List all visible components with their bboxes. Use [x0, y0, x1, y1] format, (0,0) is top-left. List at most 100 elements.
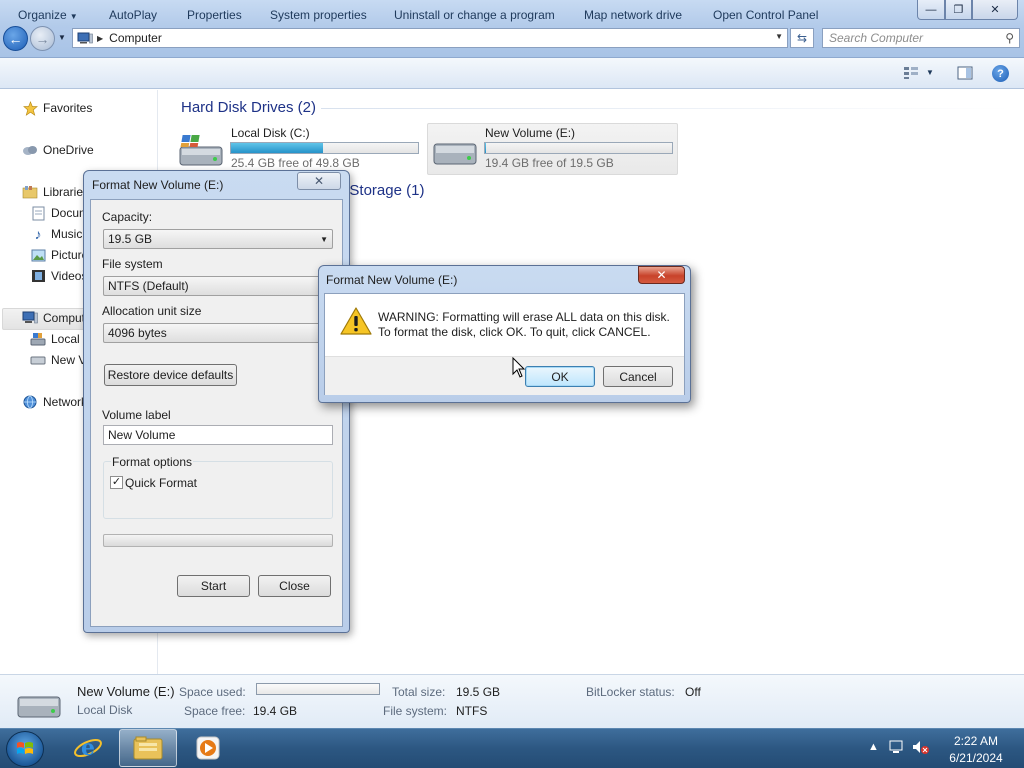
- view-options-dropdown-icon[interactable]: ▼: [926, 68, 934, 77]
- quick-format-label[interactable]: Quick Format: [125, 476, 197, 490]
- drive-free-space: 25.4 GB free of 49.8 GB: [231, 156, 360, 170]
- nav-item-onedrive[interactable]: OneDrive: [22, 142, 94, 158]
- recent-pages-dropdown[interactable]: ▼: [58, 33, 66, 42]
- warning-message-line2: To format the disk, click OK. To quit, c…: [378, 325, 651, 339]
- volume-label-input[interactable]: New Volume: [103, 425, 333, 445]
- volume-label-value: New Volume: [108, 428, 176, 442]
- preview-pane-icon[interactable]: [956, 65, 974, 81]
- document-icon: [30, 205, 46, 221]
- file-system-label: File system:: [383, 704, 448, 718]
- autoplay-button[interactable]: AutoPlay: [109, 8, 157, 22]
- volume-muted-icon[interactable]: [912, 740, 930, 757]
- taskbar-media-player[interactable]: [179, 729, 237, 767]
- breadcrumb[interactable]: Computer: [109, 31, 162, 45]
- organize-button[interactable]: Organize ▼: [18, 8, 78, 22]
- space-used-bar: [256, 683, 380, 695]
- file-system-value: NTFS (Default): [108, 279, 189, 293]
- address-dropdown-icon[interactable]: ▼: [775, 32, 783, 41]
- network-icon: [22, 394, 38, 410]
- system-properties-button[interactable]: System properties: [270, 8, 367, 22]
- properties-button[interactable]: Properties: [187, 8, 242, 22]
- taskbar-clock[interactable]: 2:22 AM 6/21/2024: [940, 733, 1012, 767]
- back-button[interactable]: ←: [3, 26, 28, 51]
- drive-item-e[interactable]: New Volume (E:) 19.4 GB free of 19.5 GB: [427, 123, 678, 175]
- open-control-panel-button[interactable]: Open Control Panel: [713, 8, 818, 22]
- warning-dialog-title: Format New Volume (E:): [326, 273, 458, 287]
- warning-dialog-close-button[interactable]: ✕: [638, 266, 685, 284]
- system-drive-icon: [179, 135, 223, 166]
- format-dialog-close-button[interactable]: ✕: [297, 172, 341, 190]
- hard-disk-group-title[interactable]: Hard Disk Drives (2): [181, 99, 316, 116]
- minimize-button[interactable]: —: [917, 0, 945, 20]
- drive-usage-bar: [230, 142, 419, 154]
- space-free-value: 19.4 GB: [253, 704, 298, 718]
- cancel-button[interactable]: Cancel: [603, 366, 673, 387]
- search-input[interactable]: Search Computer ⚲: [822, 28, 1020, 48]
- drive-item-c[interactable]: Local Disk (C:) 25.4 GB free of 49.8 GB: [175, 123, 425, 173]
- nav-item-videos[interactable]: Videos: [30, 268, 87, 284]
- address-bar[interactable]: ▶ Computer ▼: [72, 28, 788, 48]
- start-button[interactable]: Start: [177, 575, 250, 597]
- taskbar-file-explorer[interactable]: [119, 729, 177, 767]
- capacity-label: Capacity:: [102, 210, 153, 224]
- drive-icon: [17, 696, 61, 718]
- refresh-button[interactable]: ⇆: [790, 28, 814, 48]
- format-warning-dialog: Format New Volume (E:) ✕ WARNING: Format…: [318, 265, 691, 403]
- warning-message-line1: WARNING: Formatting will erase ALL data …: [378, 310, 670, 324]
- search-placeholder: Search Computer: [829, 31, 924, 45]
- mouse-cursor-icon: [512, 357, 526, 378]
- space-free-label: Space free:: [184, 704, 246, 718]
- nav-item-libraries[interactable]: Libraries: [22, 184, 89, 200]
- format-options-label: Format options: [111, 455, 194, 469]
- drive-name: Local Disk (C:): [231, 126, 310, 140]
- taskbar-internet-explorer[interactable]: e: [59, 729, 117, 767]
- maximize-button[interactable]: ❐: [945, 0, 972, 20]
- windows-logo-icon: [17, 742, 33, 754]
- format-progress-bar: [103, 534, 333, 547]
- music-note-icon: ♪: [34, 226, 42, 242]
- file-system-value: NTFS: [456, 704, 488, 718]
- total-size-label: Total size:: [392, 685, 446, 699]
- chevron-down-icon: ▼: [320, 235, 328, 244]
- close-button[interactable]: Close: [258, 575, 331, 597]
- close-window-button[interactable]: ✕: [972, 0, 1018, 20]
- restore-defaults-button[interactable]: Restore device defaults: [104, 364, 237, 386]
- drive-icon: [30, 352, 46, 368]
- format-options-group: [103, 461, 333, 519]
- uninstall-program-button[interactable]: Uninstall or change a program: [394, 8, 555, 22]
- capacity-select[interactable]: 19.5 GB ▼: [103, 229, 333, 249]
- total-size-value: 19.5 GB: [456, 685, 501, 699]
- file-system-select[interactable]: NTFS (Default) ▼: [103, 276, 333, 296]
- computer-icon: [77, 32, 93, 44]
- organize-label: Organize: [18, 8, 67, 22]
- nav-label: OneDrive: [43, 143, 94, 157]
- nav-item-network[interactable]: Network: [22, 394, 87, 410]
- details-drive-type: Local Disk: [77, 703, 133, 717]
- start-button[interactable]: [6, 731, 44, 767]
- map-network-drive-button[interactable]: Map network drive: [584, 8, 682, 22]
- show-hidden-icons-button[interactable]: ▲: [868, 741, 879, 753]
- nav-item-favorites[interactable]: Favorites: [22, 100, 92, 116]
- change-view-icon[interactable]: [902, 65, 920, 81]
- ok-button[interactable]: OK: [525, 366, 595, 387]
- drive-usage-fill: [485, 143, 486, 153]
- nav-item-music[interactable]: ♪ Music: [30, 226, 83, 242]
- nav-label: Favorites: [43, 101, 93, 115]
- volume-label-label: Volume label: [102, 408, 171, 422]
- details-pane: New Volume (E:) Local Disk Space used: S…: [0, 674, 1024, 728]
- search-icon[interactable]: ⚲: [1005, 31, 1014, 45]
- capacity-value: 19.5 GB: [108, 232, 153, 246]
- refresh-icon: ⇆: [796, 31, 808, 45]
- help-icon[interactable]: ?: [992, 65, 1009, 82]
- drive-usage-bar: [484, 142, 673, 154]
- warning-dialog-body: WARNING: Formatting will erase ALL data …: [324, 293, 685, 395]
- allocation-unit-select[interactable]: 4096 bytes ▼: [103, 323, 333, 343]
- library-folder-icon: [22, 184, 38, 200]
- breadcrumb-separator-icon: ▶: [97, 33, 104, 43]
- forward-button[interactable]: →: [30, 26, 55, 51]
- action-center-icon[interactable]: [889, 740, 905, 757]
- arrow-left-icon: ←: [8, 30, 23, 47]
- quick-format-checkbox[interactable]: ✓: [110, 476, 123, 489]
- drive-name: New Volume (E:): [485, 126, 576, 140]
- nav-label: Videos: [51, 269, 88, 283]
